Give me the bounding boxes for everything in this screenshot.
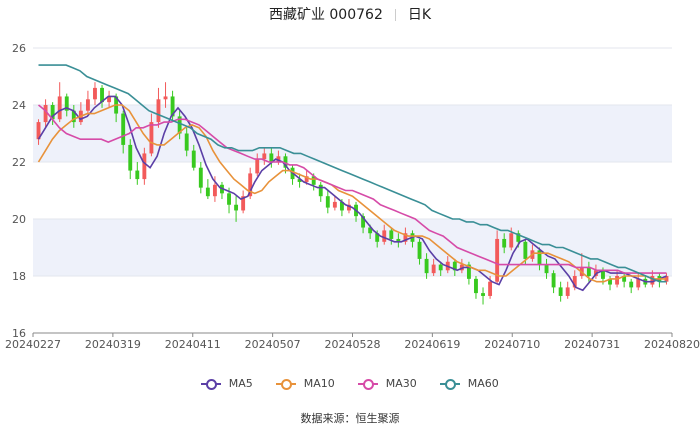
x-tick-label: 20240319 xyxy=(85,338,141,351)
candle-body xyxy=(431,264,436,274)
candle-body xyxy=(212,184,217,197)
candle-body xyxy=(424,258,429,274)
y-tick-label: 22 xyxy=(12,156,26,169)
data-source: 数据来源：恒生聚源 xyxy=(0,410,700,426)
y-tick-label: 18 xyxy=(12,270,26,283)
candle-body xyxy=(57,96,62,120)
candle-body xyxy=(389,230,394,239)
candle-body xyxy=(255,159,260,174)
x-tick-label: 20240731 xyxy=(564,338,620,351)
legend-label-ma10: MA10 xyxy=(303,377,335,390)
legend-marker-icon xyxy=(276,379,297,390)
candle-body xyxy=(615,276,620,285)
candle-body xyxy=(438,264,443,271)
candle-body xyxy=(191,150,196,168)
candle-body xyxy=(488,281,493,296)
candle-body xyxy=(318,184,323,197)
candle-body xyxy=(85,99,90,111)
legend-label-ma30: MA30 xyxy=(385,377,417,390)
candle-body xyxy=(558,287,563,296)
legend-label-ma5: MA5 xyxy=(228,377,253,390)
x-tick-label: 20240411 xyxy=(165,338,221,351)
candle-body xyxy=(523,241,528,259)
x-tick-label: 20240820 xyxy=(644,338,700,351)
candle-body xyxy=(325,196,330,208)
x-tick-label: 20240227 xyxy=(5,338,61,351)
legend: MA5 MA10 MA30 MA60 xyxy=(0,377,700,390)
x-tick-label: 20240710 xyxy=(484,338,540,351)
legend-marker-icon xyxy=(440,379,461,390)
candle-body xyxy=(551,273,556,288)
candle-body xyxy=(121,113,126,145)
legend-label-ma60: MA60 xyxy=(467,377,499,390)
y-tick-label: 20 xyxy=(12,213,26,226)
candle-body xyxy=(128,144,133,171)
y-tick-label: 24 xyxy=(12,99,26,112)
candle-body xyxy=(650,276,655,285)
source-value: 恒生聚源 xyxy=(355,412,400,425)
candle-body xyxy=(544,264,549,274)
y-tick-label: 26 xyxy=(12,42,26,55)
candle-body xyxy=(142,153,147,180)
candle-body xyxy=(586,267,591,276)
candle-body xyxy=(205,187,210,197)
source-label: 数据来源： xyxy=(300,412,356,425)
legend-item-ma5[interactable]: MA5 xyxy=(201,377,253,390)
legend-item-ma10[interactable]: MA10 xyxy=(276,377,335,390)
x-tick-label: 20240528 xyxy=(325,338,381,351)
candlestick-chart: 16182022242620240227 20240319 20240411 2024… xyxy=(5,42,700,351)
candle-body xyxy=(184,133,189,151)
x-tick-label: 20240619 xyxy=(404,338,460,351)
legend-item-ma60[interactable]: MA60 xyxy=(440,377,499,390)
candle-body xyxy=(481,293,485,296)
legend-marker-icon xyxy=(201,379,222,390)
candle-body xyxy=(502,238,507,248)
candle-body xyxy=(163,96,168,100)
candle-body xyxy=(382,230,387,242)
candle-body xyxy=(227,193,231,205)
candle-body xyxy=(149,122,154,154)
candle-body xyxy=(93,87,97,100)
candle-body xyxy=(156,99,161,123)
candle-body xyxy=(417,241,422,259)
candle-body xyxy=(234,204,239,211)
candle-body xyxy=(474,278,478,294)
candle-body xyxy=(629,281,634,288)
candle-body xyxy=(332,201,337,208)
candle-body xyxy=(198,167,203,188)
legend-marker-icon xyxy=(358,379,379,390)
legend-item-ma30[interactable]: MA30 xyxy=(358,377,417,390)
candle-body xyxy=(565,287,570,296)
x-tick-label: 20240507 xyxy=(245,338,301,351)
candle-body xyxy=(509,233,514,248)
candle-body xyxy=(262,153,267,160)
candle-body xyxy=(135,170,140,180)
